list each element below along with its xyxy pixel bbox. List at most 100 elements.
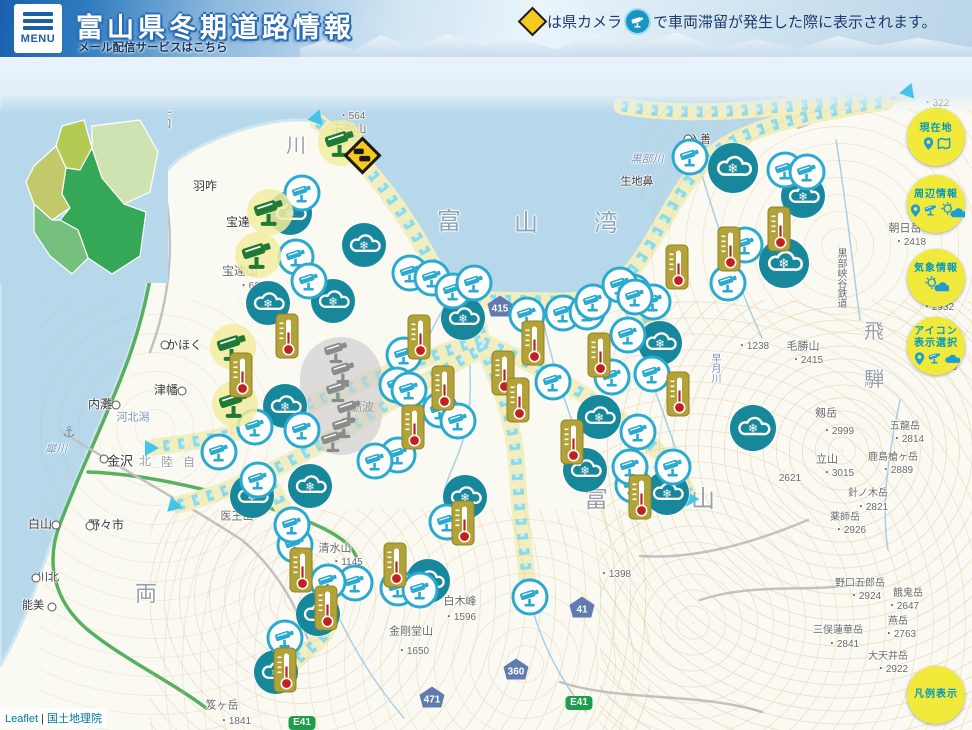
cars-glyph — [351, 144, 373, 166]
jam-warning-icon — [519, 9, 545, 35]
road-camera-icon[interactable] — [240, 462, 277, 499]
notice-text-post: で車両滞留が発生した際に表示されます。 — [653, 11, 937, 32]
snow-weather-icon[interactable]: ❄ — [342, 223, 386, 267]
road-temp-icon[interactable] — [408, 315, 431, 360]
road-camera-icon[interactable] — [284, 412, 321, 449]
cctv-glyph — [245, 467, 271, 493]
port-anchor-icon: ⚓ — [62, 423, 75, 441]
map-button-weather-info[interactable]: 気象情報 — [907, 249, 965, 307]
map-button-nearby-info[interactable]: 周辺情報 — [907, 175, 965, 233]
road-camera-icon[interactable] — [391, 372, 428, 409]
road-temp-icon[interactable] — [402, 405, 425, 450]
road-camera-icon[interactable] — [789, 154, 826, 191]
road-camera-icon[interactable] — [357, 443, 394, 480]
road-temp-icon[interactable] — [666, 245, 689, 290]
road-camera-icon[interactable] — [274, 507, 311, 544]
road-temp-icon[interactable] — [290, 548, 313, 593]
road-camera-icon[interactable] — [617, 279, 654, 316]
map-button-icon-select[interactable]: アイコン表示選択 — [907, 317, 965, 375]
town-marker — [86, 522, 95, 531]
thermometer-glyph — [403, 406, 424, 449]
cctv-glyph — [677, 144, 703, 170]
congestion-warning-icon[interactable] — [342, 135, 382, 175]
road-camera-icon[interactable] — [291, 263, 328, 300]
snow-weather-icon[interactable]: ❄ — [577, 395, 621, 439]
road-temp-icon[interactable] — [432, 366, 455, 411]
road-temp-icon[interactable] — [384, 543, 407, 588]
thermometer-glyph — [508, 379, 529, 422]
road-temp-icon[interactable] — [315, 586, 338, 631]
map-button-label: アイコン — [914, 326, 958, 338]
road-camera-icon[interactable] — [512, 579, 549, 616]
road-temp-icon[interactable] — [507, 378, 530, 423]
map-button-label: 周辺情報 — [914, 189, 958, 201]
map-button-icons — [912, 350, 960, 366]
svg-text:❄: ❄ — [263, 296, 273, 310]
thermometer-glyph — [630, 476, 651, 519]
snow-cloud-glyph: ❄ — [713, 146, 754, 187]
road-temp-icon[interactable] — [274, 648, 297, 693]
cctv-glyph — [615, 322, 641, 348]
svg-text:❄: ❄ — [727, 162, 738, 177]
cctv-glyph — [289, 417, 315, 443]
thermometer-glyph — [769, 208, 790, 251]
pref-camera-icon[interactable] — [250, 192, 290, 232]
gsi-link[interactable]: 国土地理院 — [47, 713, 102, 725]
snow-weather-icon[interactable]: ❄ — [730, 405, 776, 451]
town-marker — [48, 603, 57, 612]
road-temp-icon[interactable] — [452, 501, 475, 546]
road-temp-icon[interactable] — [667, 372, 690, 417]
thermometer-glyph — [231, 354, 252, 397]
map-button-legend[interactable]: 凡例表示 — [907, 666, 965, 724]
road-temp-icon[interactable] — [276, 314, 299, 359]
leaflet-link[interactable]: Leaflet — [5, 713, 38, 725]
road-temp-icon[interactable] — [230, 353, 253, 398]
snow-cloud-glyph: ❄ — [642, 324, 678, 360]
snow-cloud-glyph: ❄ — [581, 398, 617, 434]
attribution-separator: | — [38, 713, 47, 725]
snow-weather-icon[interactable]: ❄ — [708, 143, 758, 193]
cctv-glyph — [289, 180, 315, 206]
cctv-glyph — [639, 361, 665, 387]
road-camera-icon[interactable] — [456, 265, 493, 302]
thermometer-glyph — [523, 322, 544, 365]
road-camera-icon[interactable] — [620, 414, 657, 451]
map-icon — [936, 136, 952, 151]
snow-weather-icon[interactable]: ❄ — [288, 464, 332, 508]
camera-badge-icon — [624, 8, 651, 35]
pref-camera-icon[interactable] — [238, 235, 278, 275]
road-temp-icon[interactable] — [718, 227, 741, 272]
map-stage[interactable]: 富山湾石川両富山市飛騨羽咋宝達石動山・564宝達山・637かほく津幡内灘河北潟犀… — [0, 0, 972, 730]
menu-button[interactable]: MENU — [14, 4, 62, 53]
thermometer-glyph — [275, 649, 296, 692]
svg-text:❄: ❄ — [655, 336, 665, 350]
notice-text-pre: は県カメラ — [547, 11, 622, 32]
road-camera-icon[interactable] — [655, 449, 692, 486]
town-marker — [112, 401, 121, 410]
road-temp-icon[interactable] — [522, 321, 545, 366]
road-temp-icon[interactable] — [768, 207, 791, 252]
map-button-current-location[interactable]: 現在地 — [907, 108, 965, 166]
cctv-glyph — [296, 268, 322, 294]
road-camera-icon[interactable] — [402, 572, 439, 609]
offline-camera-icon[interactable] — [318, 425, 350, 457]
road-camera-icon[interactable] — [610, 317, 647, 354]
cctv-glyph — [794, 159, 820, 185]
cctv-glyph — [461, 270, 487, 296]
road-camera-icon[interactable] — [634, 356, 671, 393]
svg-text:❄: ❄ — [458, 311, 468, 325]
road-temp-icon[interactable] — [629, 475, 652, 520]
road-camera-icon[interactable] — [535, 364, 572, 401]
road-camera-icon[interactable] — [201, 434, 238, 471]
snow-cloud-glyph: ❄ — [346, 226, 382, 262]
mail-service-link[interactable]: メール配信サービスはこちら — [78, 39, 228, 55]
snow-cloud-glyph: ❄ — [734, 408, 772, 446]
sun-cloud-icon — [939, 201, 965, 219]
road-temp-icon[interactable] — [561, 420, 584, 465]
attribution: Leaflet | 国土地理院 — [0, 708, 107, 728]
road-camera-icon[interactable] — [672, 139, 709, 176]
cctv-glyph — [238, 235, 278, 275]
banner-fade-band — [0, 57, 972, 113]
thermometer-glyph — [453, 502, 474, 545]
road-temp-icon[interactable] — [588, 333, 611, 378]
